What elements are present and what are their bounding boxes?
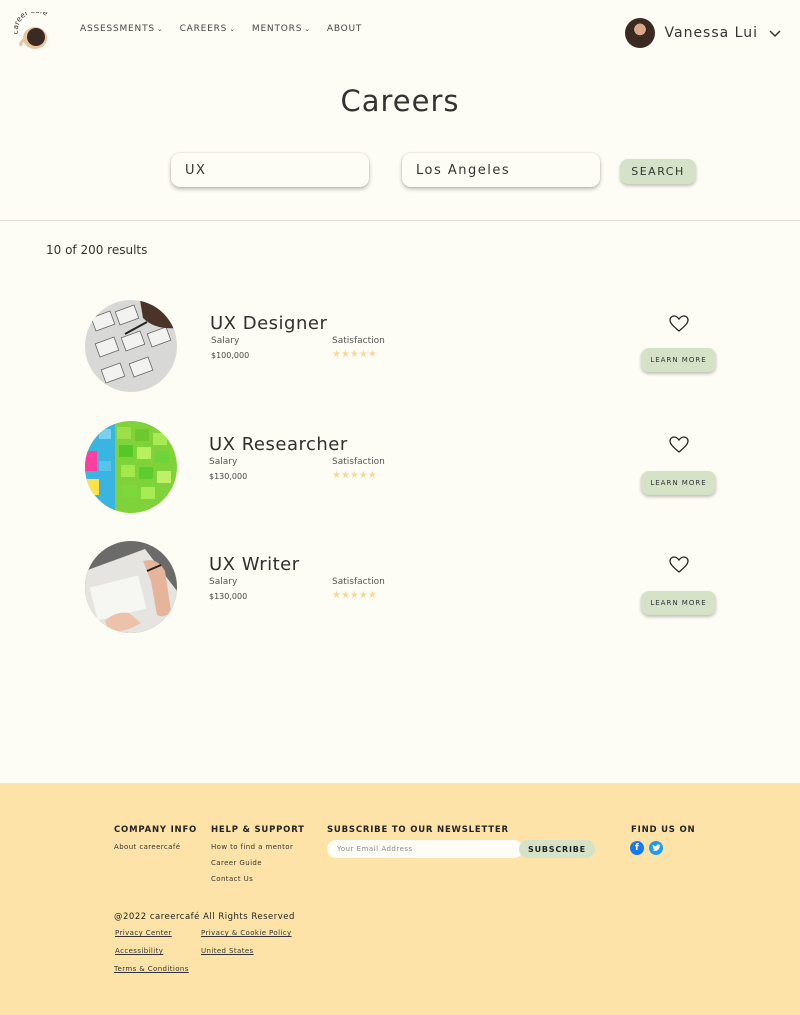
nav-label: ASSESSMENTS <box>80 24 155 34</box>
avatar[interactable] <box>624 18 655 48</box>
find-us-heading: FIND US ON <box>631 825 696 835</box>
career-title[interactable]: UX Researcher <box>209 434 348 455</box>
facebook-icon[interactable]: f <box>630 841 644 855</box>
star-rating: ★★★★★ <box>332 590 377 601</box>
twitter-icon[interactable] <box>649 841 663 855</box>
search-button[interactable]: SEARCH <box>620 159 696 184</box>
star-rating: ★★★★★ <box>332 470 377 481</box>
nav-assessments[interactable]: ASSESSMENTS ⌄ <box>80 24 164 34</box>
results-count: 10 of 200 results <box>46 243 148 257</box>
user-name: Vanessa Lui <box>664 25 758 41</box>
region-link[interactable]: United States <box>201 947 254 955</box>
job-search-input[interactable]: UX <box>171 153 369 187</box>
page-title: Careers <box>340 84 460 118</box>
cookie-policy-link[interactable]: Privacy & Cookie Policy <box>201 929 292 937</box>
about-link[interactable]: About careercafé <box>114 843 180 851</box>
salary-value: $130,000 <box>209 472 248 481</box>
nav-careers[interactable]: CAREERS ⌄ <box>180 24 236 34</box>
nav-label: MENTORS <box>251 24 303 34</box>
career-image-ux-researcher[interactable] <box>85 421 177 513</box>
contact-link[interactable]: Contact Us <box>211 875 253 883</box>
divider <box>0 220 800 221</box>
career-image-ux-designer[interactable] <box>85 300 177 392</box>
location-search-input[interactable]: Los Angeles <box>402 153 600 187</box>
heart-icon[interactable] <box>669 315 689 333</box>
accessibility-link[interactable]: Accessibility <box>115 947 163 955</box>
salary-label: Salary <box>211 336 240 346</box>
nav-label: CAREERS <box>179 24 228 34</box>
privacy-center-link[interactable]: Privacy Center <box>115 929 172 937</box>
newsletter-heading: SUBSCRIBE TO OUR NEWSLETTER <box>327 825 509 835</box>
chevron-down-icon: ⌄ <box>304 25 311 33</box>
salary-label: Salary <box>209 457 238 467</box>
salary-value: $100,000 <box>211 351 250 360</box>
career-image-ux-writer[interactable] <box>85 541 177 633</box>
chevron-down-icon: ⌄ <box>229 25 236 33</box>
career-guide-link[interactable]: Career Guide <box>211 859 262 867</box>
satisfaction-label: Satisfaction <box>332 457 385 467</box>
user-menu[interactable]: Vanessa Lui <box>624 18 783 48</box>
subscribe-button[interactable]: SUBSCRIBE <box>519 840 595 858</box>
career-title[interactable]: UX Designer <box>210 313 327 334</box>
learn-more-button[interactable]: LEARN MORE <box>641 591 716 615</box>
learn-more-button[interactable]: LEARN MORE <box>641 471 716 495</box>
help-support-heading: HELP & SUPPORT <box>211 825 305 835</box>
career-card: UX Designer Salary Satisfaction $100,000… <box>0 300 800 400</box>
nav-mentors[interactable]: MENTORS ⌄ <box>252 24 311 34</box>
terms-link[interactable]: Terms & Conditions <box>114 965 189 973</box>
career-title[interactable]: UX Writer <box>209 554 300 575</box>
main-nav: ASSESSMENTS ⌄ CAREERS ⌄ MENTORS ⌄ ABOUT <box>80 24 378 34</box>
email-field[interactable]: Your Email Address <box>327 840 523 858</box>
satisfaction-label: Satisfaction <box>332 336 385 346</box>
salary-value: $130,000 <box>209 592 248 601</box>
satisfaction-label: Satisfaction <box>332 577 385 587</box>
nav-about[interactable]: ABOUT <box>327 24 362 34</box>
footer: COMPANY INFO About careercafé HELP & SUP… <box>0 783 800 1015</box>
career-card: UX Researcher Salary Satisfaction $130,0… <box>0 421 800 521</box>
heart-icon[interactable] <box>669 556 689 574</box>
chevron-down-icon: ⌄ <box>156 25 164 33</box>
salary-label: Salary <box>209 577 238 587</box>
career-cafe-logo[interactable]: career café <box>11 6 58 52</box>
chevron-down-icon[interactable] <box>768 26 782 40</box>
company-info-heading: COMPANY INFO <box>114 825 198 835</box>
career-card: UX Writer Salary Satisfaction $130,000 ★… <box>0 541 800 641</box>
copyright: @2022 careercafé All Rights Reserved <box>114 912 295 922</box>
mentor-guide-link[interactable]: How to find a mentor <box>211 843 293 851</box>
heart-icon[interactable] <box>669 436 689 454</box>
learn-more-button[interactable]: LEARN MORE <box>641 348 716 372</box>
nav-label: ABOUT <box>326 24 363 34</box>
star-rating: ★★★★★ <box>332 349 377 360</box>
